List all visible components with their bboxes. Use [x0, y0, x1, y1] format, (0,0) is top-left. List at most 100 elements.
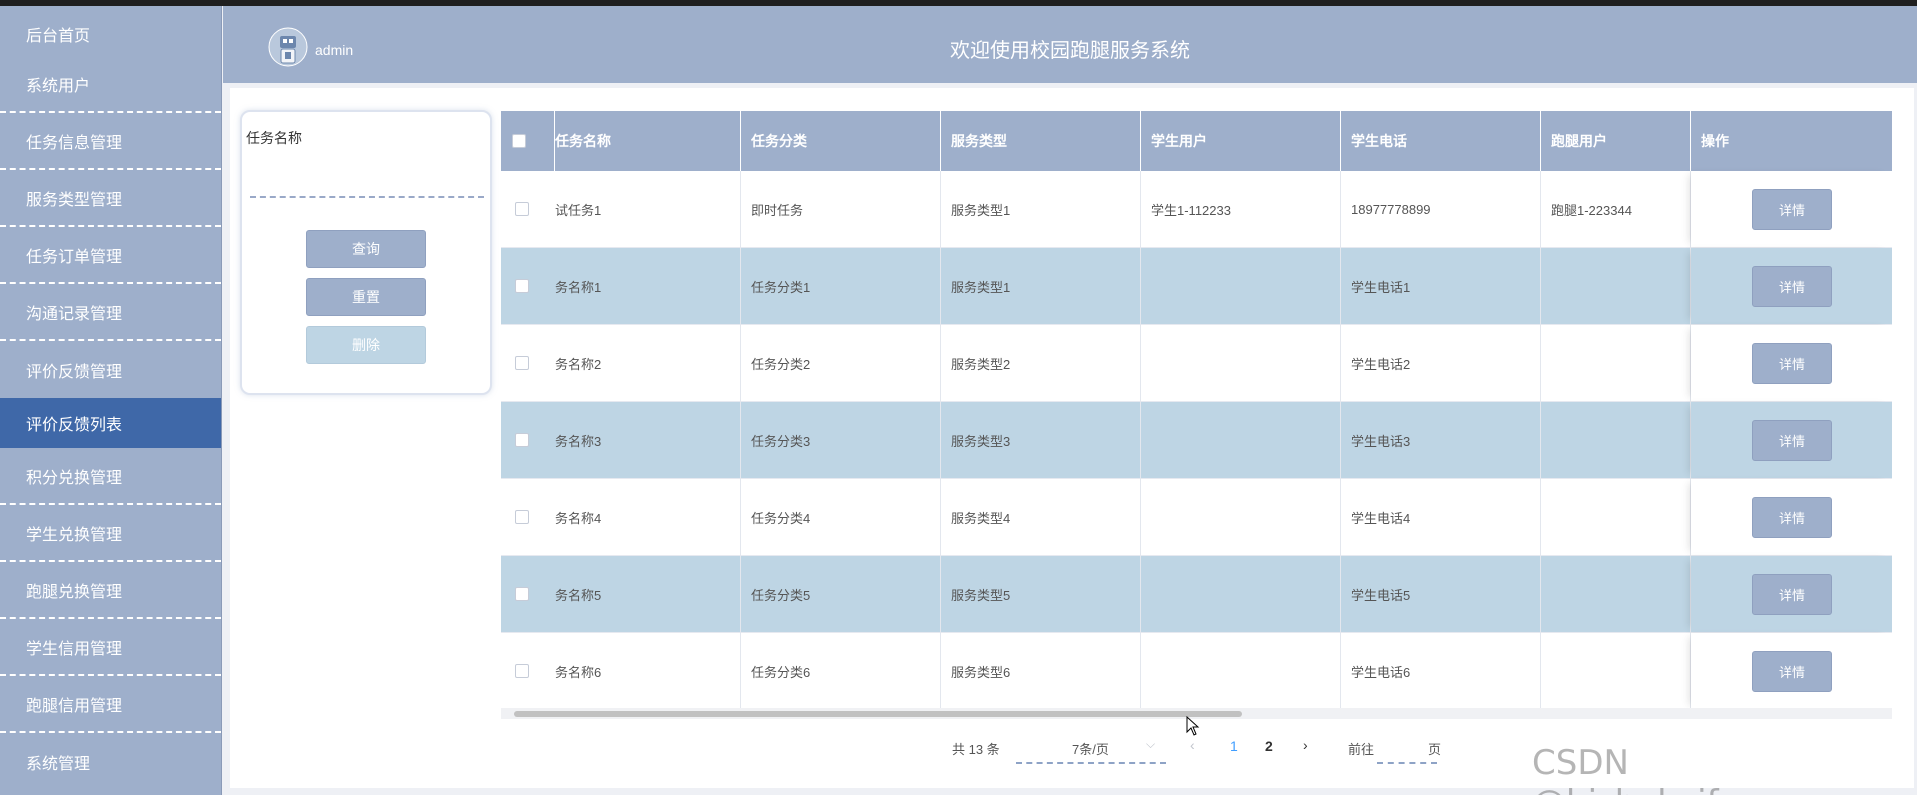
header: admin 欢迎使用校园跑腿服务系统: [223, 6, 1917, 83]
search-panel: 任务名称 查询 重置 删除: [240, 110, 492, 395]
cell-student-user: [1141, 633, 1341, 710]
sidebar-item-label: 沟通记录管理: [26, 305, 123, 323]
sidebar-item-system-admin[interactable]: 系统管理: [0, 733, 221, 790]
header-select-cell: [501, 111, 555, 171]
sidebar-item-student-exchange[interactable]: 学生兑换管理: [0, 505, 221, 562]
cell-action: 详情: [1691, 248, 1892, 324]
sidebar-item-points-exchange[interactable]: 积分兑换管理: [0, 448, 221, 505]
page-size-value: 7条/页: [1072, 742, 1109, 757]
sidebar-item-label: 任务信息管理: [26, 134, 123, 152]
page-number-1[interactable]: 1: [1230, 738, 1238, 754]
cell-student-phone: 学生电话2: [1341, 325, 1541, 402]
row-checkbox[interactable]: [515, 510, 529, 524]
sidebar: 后台首页 系统用户 任务信息管理 服务类型管理 任务订单管理 沟通记录管理 评价…: [0, 6, 222, 795]
sidebar-item-label: 任务订单管理: [26, 248, 123, 266]
table-row[interactable]: 务名称3 任务分类3 服务类型3 学生电话3 详情: [501, 402, 1892, 479]
sidebar-item-runner-credit[interactable]: 跑腿信用管理: [0, 676, 221, 733]
sidebar-item-student-credit[interactable]: 学生信用管理: [0, 619, 221, 676]
select-all-checkbox[interactable]: [512, 134, 526, 148]
row-checkbox[interactable]: [515, 433, 529, 447]
cell-action: 详情: [1691, 633, 1892, 709]
query-button[interactable]: 查询: [306, 230, 426, 268]
cell-runner-user: [1541, 633, 1691, 710]
reset-button[interactable]: 重置: [306, 278, 426, 316]
row-checkbox[interactable]: [515, 279, 529, 293]
table-row[interactable]: 试任务1 即时任务 服务类型1 学生1-112233 18977778899 跑腿1-22…: [501, 171, 1892, 248]
next-page-icon[interactable]: ›: [1303, 737, 1308, 753]
page-size-select[interactable]: 7条/页 ⌵: [1016, 734, 1166, 764]
sidebar-item-feedback[interactable]: 评价反馈管理: [0, 341, 221, 398]
column-header-student-user[interactable]: 学生用户: [1141, 111, 1341, 171]
detail-button[interactable]: 详情: [1752, 266, 1832, 307]
page-suffix: 页: [1428, 742, 1442, 757]
table-header: 任务名称 任务分类 服务类型 学生用户 学生电话 跑腿用户 操作: [501, 111, 1892, 171]
column-header-service-type[interactable]: 服务类型: [941, 111, 1141, 171]
cell-task-name: 务名称5: [555, 556, 741, 633]
cell-task-name: 务名称6: [555, 633, 741, 710]
cell-student-phone: 18977778899: [1341, 171, 1541, 248]
sidebar-item-label: 积分兑换管理: [26, 469, 123, 487]
cell-student-phone: 学生电话6: [1341, 633, 1541, 710]
task-name-label: 任务名称: [246, 130, 302, 146]
cell-service-type: 服务类型5: [941, 556, 1141, 633]
table-row[interactable]: 务名称5 任务分类5 服务类型5 学生电话5 详情: [501, 556, 1892, 633]
detail-button[interactable]: 详情: [1752, 651, 1832, 692]
row-checkbox[interactable]: [515, 587, 529, 601]
sidebar-item-system-users[interactable]: 系统用户: [0, 56, 221, 113]
detail-button[interactable]: 详情: [1752, 497, 1832, 538]
column-header-runner-user[interactable]: 跑腿用户: [1541, 111, 1691, 171]
sidebar-item-task-orders[interactable]: 任务订单管理: [0, 227, 221, 284]
sidebar-item-home[interactable]: 后台首页: [0, 6, 221, 56]
cell-student-user: [1141, 479, 1341, 556]
column-header-task-category[interactable]: 任务分类: [741, 111, 941, 171]
cell-runner-user: [1541, 325, 1691, 402]
detail-button[interactable]: 详情: [1752, 189, 1832, 230]
cell-action: 详情: [1691, 325, 1892, 401]
sidebar-item-service-type[interactable]: 服务类型管理: [0, 170, 221, 227]
goto-label: 前往: [1348, 742, 1375, 757]
column-header-task-name[interactable]: 任务名称: [555, 111, 741, 171]
cell-task-category: 任务分类2: [741, 325, 941, 402]
cell-task-category: 任务分类3: [741, 402, 941, 479]
table-row[interactable]: 务名称2 任务分类2 服务类型2 学生电话2 详情: [501, 325, 1892, 402]
cell-task-name: 试任务1: [555, 171, 741, 248]
cell-task-category: 任务分类4: [741, 479, 941, 556]
sidebar-item-label: 跑腿信用管理: [26, 697, 123, 715]
sidebar-item-task-info[interactable]: 任务信息管理: [0, 113, 221, 170]
delete-button[interactable]: 删除: [306, 326, 426, 364]
cell-task-category: 任务分类1: [741, 248, 941, 325]
watermark: CSDN @bishekaifayuan: [1532, 743, 1823, 795]
column-header-student-phone[interactable]: 学生电话: [1341, 111, 1541, 171]
sidebar-item-label: 学生兑换管理: [26, 526, 123, 544]
cell-student-phone: 学生电话4: [1341, 479, 1541, 556]
cell-task-category: 任务分类5: [741, 556, 941, 633]
table-row[interactable]: 务名称4 任务分类4 服务类型4 学生电话4 详情: [501, 479, 1892, 556]
row-checkbox[interactable]: [515, 202, 529, 216]
row-checkbox[interactable]: [515, 664, 529, 678]
sidebar-item-label: 评价反馈列表: [26, 417, 123, 434]
cell-action: 详情: [1691, 171, 1892, 247]
row-checkbox[interactable]: [515, 356, 529, 370]
cell-runner-user: [1541, 402, 1691, 479]
sidebar-item-communication[interactable]: 沟通记录管理: [0, 284, 221, 341]
scrollbar-thumb[interactable]: [514, 711, 1242, 717]
detail-button[interactable]: 详情: [1752, 574, 1832, 615]
table-row[interactable]: 务名称1 任务分类1 服务类型1 学生电话1 详情: [501, 248, 1892, 325]
sidebar-item-label: 学生信用管理: [26, 640, 123, 658]
page-title: 欢迎使用校园跑腿服务系统: [950, 40, 1190, 62]
sidebar-item-label: 系统用户: [26, 77, 91, 95]
cell-task-name: 务名称3: [555, 402, 741, 479]
sidebar-item-runner-exchange[interactable]: 跑腿兑换管理: [0, 562, 221, 619]
cell-action: 详情: [1691, 479, 1892, 555]
column-header-action: 操作: [1701, 133, 1729, 149]
detail-button[interactable]: 详情: [1752, 420, 1832, 461]
cell-student-phone: 学生电话5: [1341, 556, 1541, 633]
table-row[interactable]: 务名称6 任务分类6 服务类型6 学生电话6 详情: [501, 633, 1892, 710]
task-name-input[interactable]: [250, 170, 484, 194]
sidebar-item-feedback-list[interactable]: 评价反馈列表: [0, 398, 221, 448]
data-table: 任务名称 任务分类 服务类型 学生用户 学生电话 跑腿用户 操作 试任务1 即时任…: [501, 111, 1892, 719]
sidebar-item-label: 跑腿兑换管理: [26, 583, 123, 601]
cell-task-name: 务名称1: [555, 248, 741, 325]
detail-button[interactable]: 详情: [1752, 343, 1832, 384]
page-number-2[interactable]: 2: [1265, 738, 1273, 754]
